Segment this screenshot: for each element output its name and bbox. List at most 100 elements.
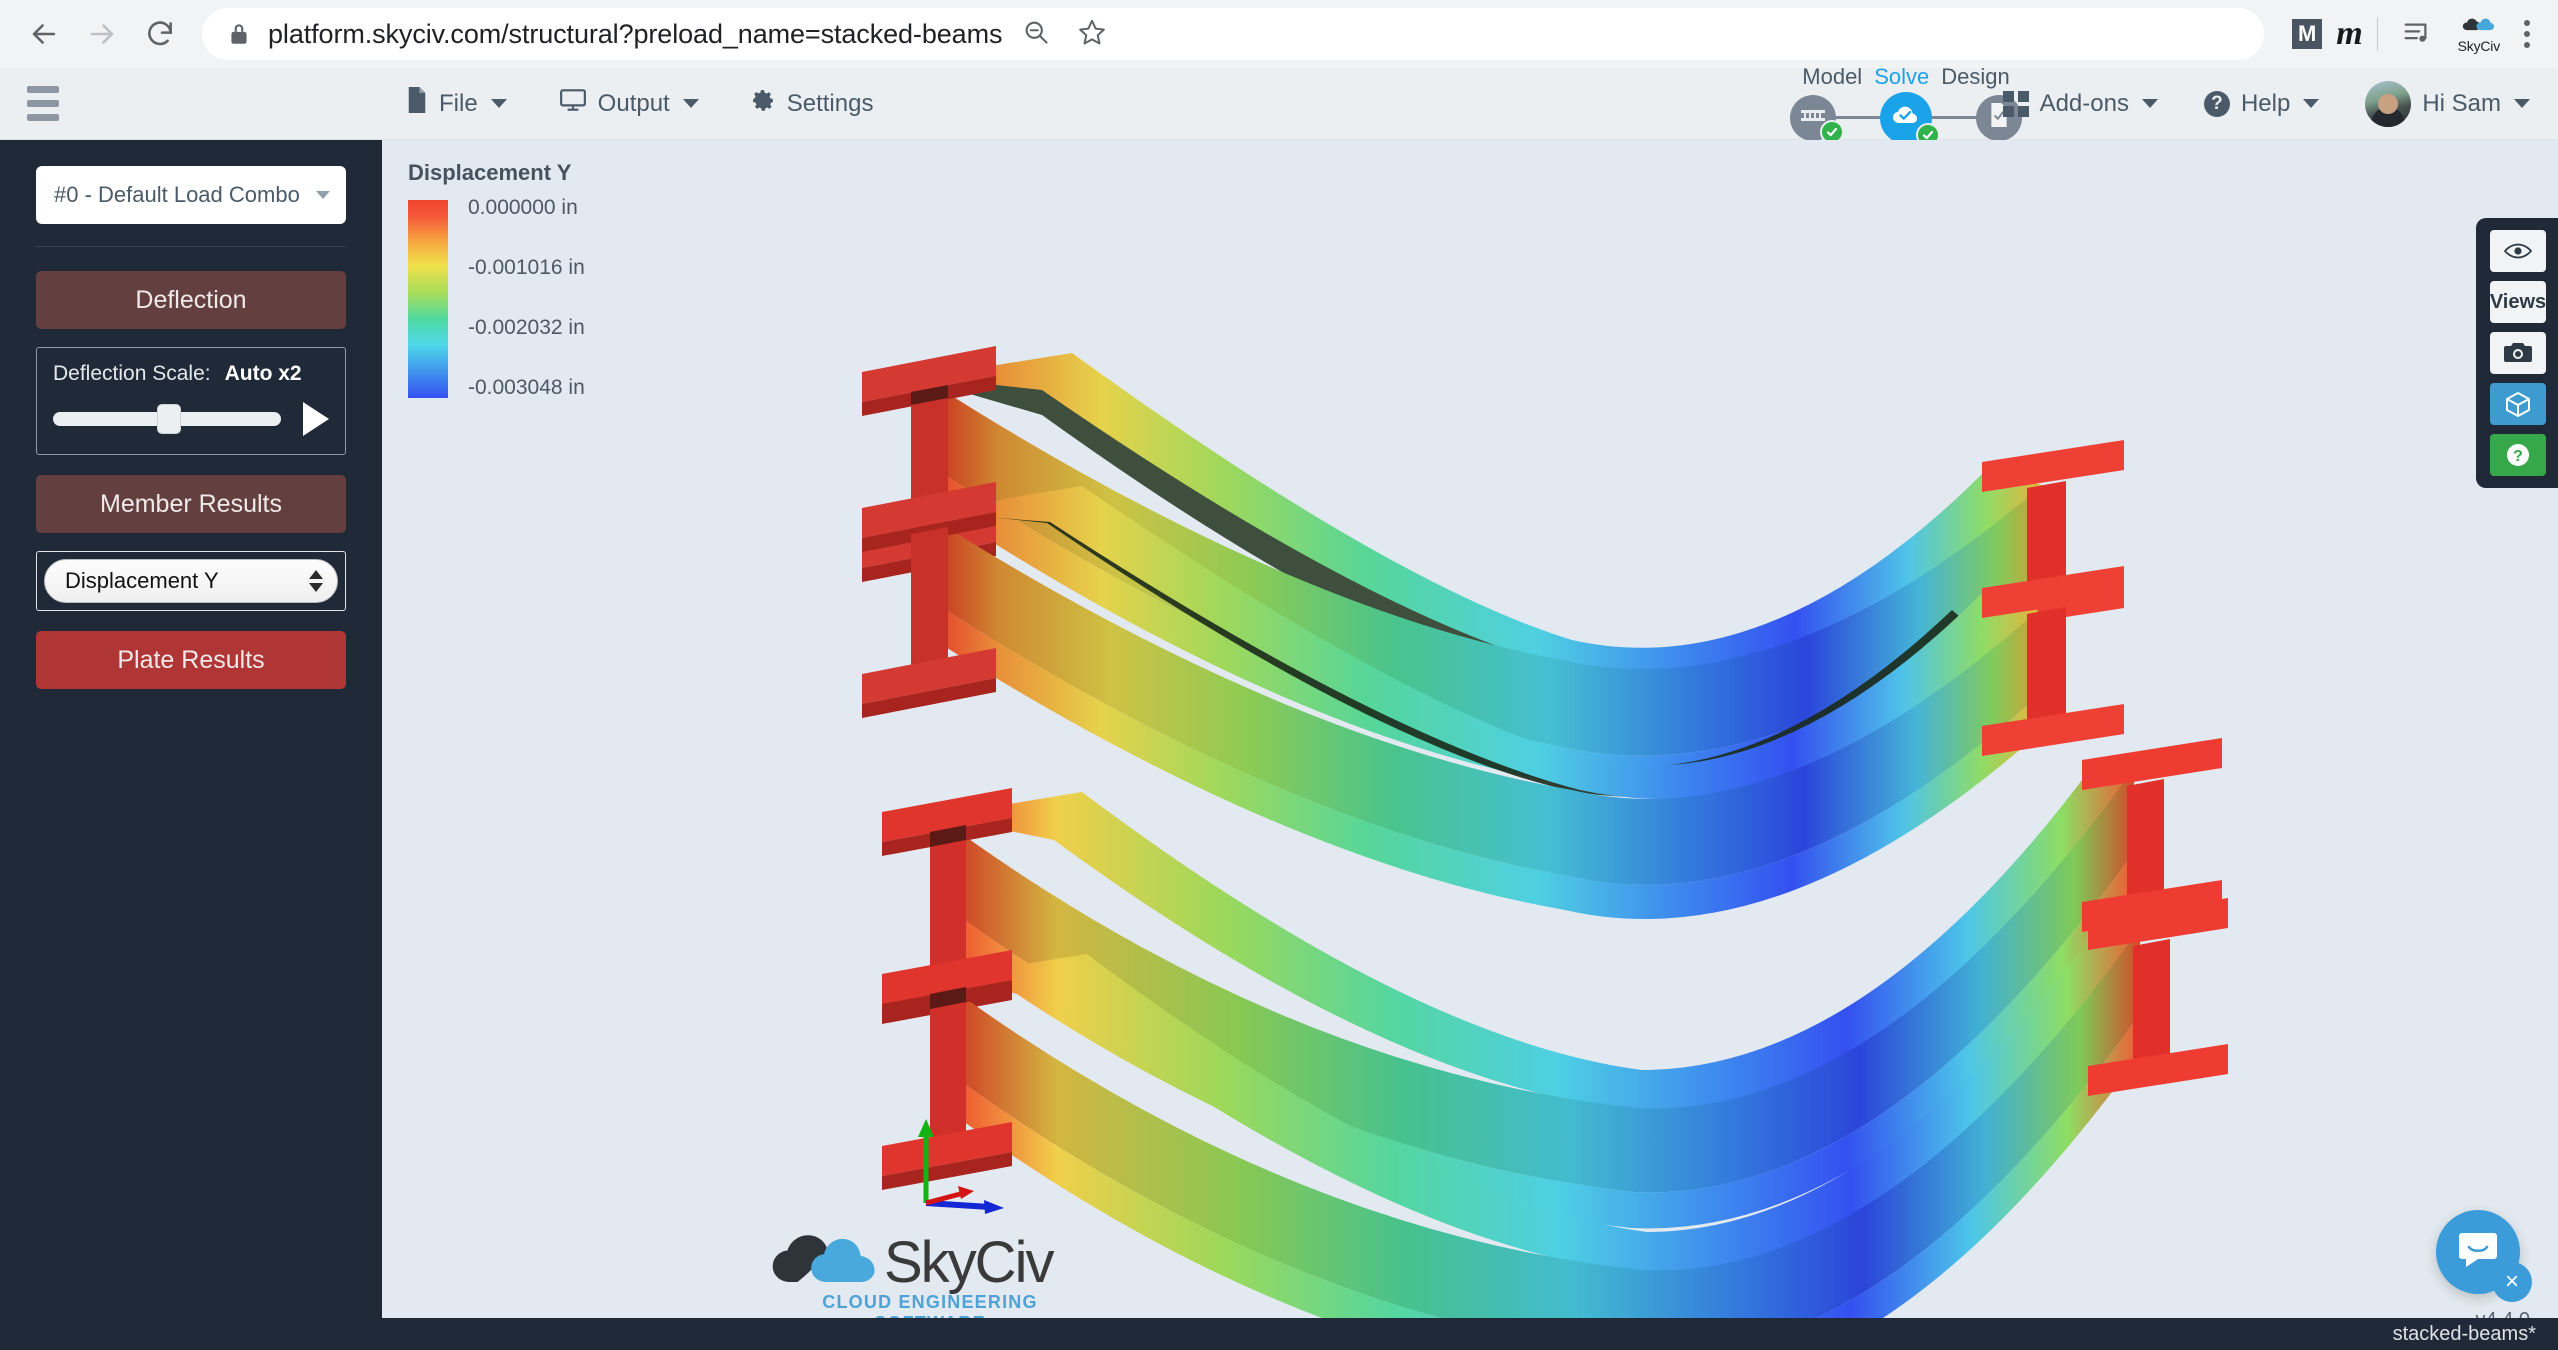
menu-settings[interactable]: Settings — [751, 88, 874, 120]
flow-label-model[interactable]: Model — [1802, 64, 1862, 90]
browser-toolbar: platform.skyciv.com/structural?preload_n… — [0, 0, 2558, 68]
menu-help-label: Help — [2240, 89, 2291, 117]
slider-thumb[interactable] — [158, 405, 181, 433]
zoom-out-button[interactable] — [1010, 8, 1062, 60]
menu-help[interactable]: ? Help — [2203, 89, 2320, 118]
deflected-beam-render — [862, 346, 2228, 1350]
url-text: platform.skyciv.com/structural?preload_n… — [268, 18, 1003, 49]
main-menu: File Output Settings — [406, 87, 873, 120]
media-playlist-icon — [2402, 18, 2434, 51]
main-area: #0 - Default Load Combo Deflection Defle… — [0, 140, 2558, 1350]
gear-icon — [751, 88, 776, 120]
y-axis-arrow — [918, 1119, 934, 1203]
cube-icon[interactable] — [2490, 383, 2546, 425]
view-toolbar: Views ? — [2476, 218, 2558, 488]
skyciv-cloud-icon — [2462, 16, 2496, 38]
model-name-label: stacked-beams* — [2392, 1322, 2536, 1345]
chevron-down-icon — [2514, 99, 2530, 108]
camera-icon[interactable] — [2490, 332, 2546, 374]
reload-icon — [144, 18, 176, 50]
app-toolbar: File Output Settings Model Solve Design — [0, 64, 2558, 147]
back-arrow-icon — [27, 17, 61, 51]
flow-node-solve[interactable] — [1880, 91, 1940, 147]
menu-settings-label: Settings — [786, 89, 874, 117]
extension-m-square-icon[interactable]: M — [2292, 19, 2323, 49]
user-greeting: Hi Sam — [2422, 89, 2501, 117]
skyciv-extension-button[interactable]: SkyCiv — [2458, 16, 2500, 53]
flow-node-model[interactable] — [1790, 94, 1844, 144]
legend-label-0: 0.000000 in — [468, 196, 578, 219]
menu-addons[interactable]: Add-ons — [2002, 89, 2158, 118]
flow-label-solve[interactable]: Solve — [1874, 64, 1929, 90]
load-combo-select[interactable]: #0 - Default Load Combo — [36, 166, 346, 224]
workflow-stepper: Model Solve Design — [1790, 64, 2022, 147]
legend-label-1: -0.001016 in — [468, 256, 585, 279]
member-results-select[interactable]: Displacement Y — [44, 559, 338, 603]
menu-file[interactable]: File — [406, 87, 507, 120]
star-bookmark-icon — [1077, 17, 1107, 52]
deflection-scale-slider[interactable] — [53, 405, 281, 433]
document-icon — [406, 87, 428, 120]
help-icon[interactable]: ? — [2490, 434, 2546, 476]
member-results-button[interactable]: Member Results — [36, 475, 346, 533]
chevron-down-icon — [2303, 99, 2320, 108]
sidebar-divider — [36, 246, 346, 247]
bookmark-button[interactable] — [1066, 8, 1118, 60]
monitor-icon — [559, 88, 587, 119]
deflection-scale-value: Auto x2 — [224, 362, 302, 385]
legend-label-3: -0.003048 in — [468, 376, 585, 399]
kebab-menu-icon[interactable] — [2514, 20, 2540, 48]
stepper-arrows-icon — [309, 570, 323, 592]
reload-button[interactable] — [134, 8, 186, 60]
chevron-down-icon — [2141, 99, 2158, 108]
user-menu[interactable]: Hi Sam — [2365, 80, 2530, 127]
deflection-button[interactable]: Deflection — [36, 271, 346, 329]
question-circle-icon: ? — [2203, 90, 2230, 117]
menu-output[interactable]: Output — [559, 88, 699, 119]
address-bar[interactable]: platform.skyciv.com/structural?preload_n… — [202, 8, 2265, 60]
z-axis-arrow — [925, 1186, 974, 1206]
skyciv-extension-label: SkyCiv — [2457, 37, 2501, 54]
browser-extensions: M m SkyCiv — [2292, 8, 2540, 60]
results-legend: Displacement Y 0.000000 in -0.001016 in … — [408, 160, 668, 399]
menu-addons-label: Add-ons — [2039, 89, 2129, 117]
chevron-down-icon — [490, 99, 507, 108]
menu-output-label: Output — [597, 89, 670, 117]
forward-button[interactable] — [76, 8, 128, 60]
back-button[interactable] — [18, 8, 70, 60]
chat-bubble-icon — [2456, 1230, 2500, 1275]
model-viewport[interactable]: Displacement Y 0.000000 in -0.001016 in … — [382, 140, 2558, 1350]
media-button[interactable] — [2392, 8, 2444, 60]
load-combo-label: #0 - Default Load Combo — [54, 182, 300, 207]
play-icon[interactable] — [303, 402, 329, 436]
svg-text:?: ? — [2513, 448, 2523, 465]
results-sidebar: #0 - Default Load Combo Deflection Defle… — [0, 140, 382, 1350]
extension-m-italic-icon[interactable]: m — [2336, 17, 2362, 51]
member-results-select-value: Displacement Y — [65, 568, 219, 593]
views-button[interactable]: Views — [2490, 281, 2546, 323]
flow-label-design[interactable]: Design — [1941, 64, 2009, 90]
grid-icon — [2002, 90, 2029, 117]
plate-results-button[interactable]: Plate Results — [36, 631, 346, 689]
lock-icon — [228, 21, 250, 47]
axis-triad — [912, 1115, 1022, 1215]
avatar — [2365, 80, 2412, 127]
legend-colorbar — [408, 200, 448, 398]
toolbar-right-menu: Add-ons ? Help Hi Sam — [2002, 80, 2530, 127]
chevron-down-icon — [682, 99, 699, 108]
skyciv-cloud-logo-icon — [770, 1229, 880, 1296]
deflection-scale-panel: Deflection Scale: Auto x2 — [36, 347, 346, 455]
forward-arrow-icon — [85, 17, 119, 51]
status-bar: stacked-beams* — [0, 1318, 2558, 1350]
legend-title: Displacement Y — [408, 160, 572, 185]
zoom-out-icon — [1022, 18, 1050, 51]
hamburger-menu-icon[interactable] — [0, 86, 86, 121]
flow-connector — [1932, 116, 1976, 119]
menu-file-label: File — [439, 89, 478, 117]
legend-labels: 0.000000 in -0.001016 in -0.002032 in -0… — [468, 196, 668, 399]
flow-connector — [1836, 116, 1880, 119]
toolbar-divider — [2376, 17, 2378, 51]
intercom-close-button[interactable]: × — [2492, 1262, 2532, 1302]
member-results-select-wrap: Displacement Y — [36, 551, 346, 611]
eye-icon[interactable] — [2490, 230, 2546, 272]
